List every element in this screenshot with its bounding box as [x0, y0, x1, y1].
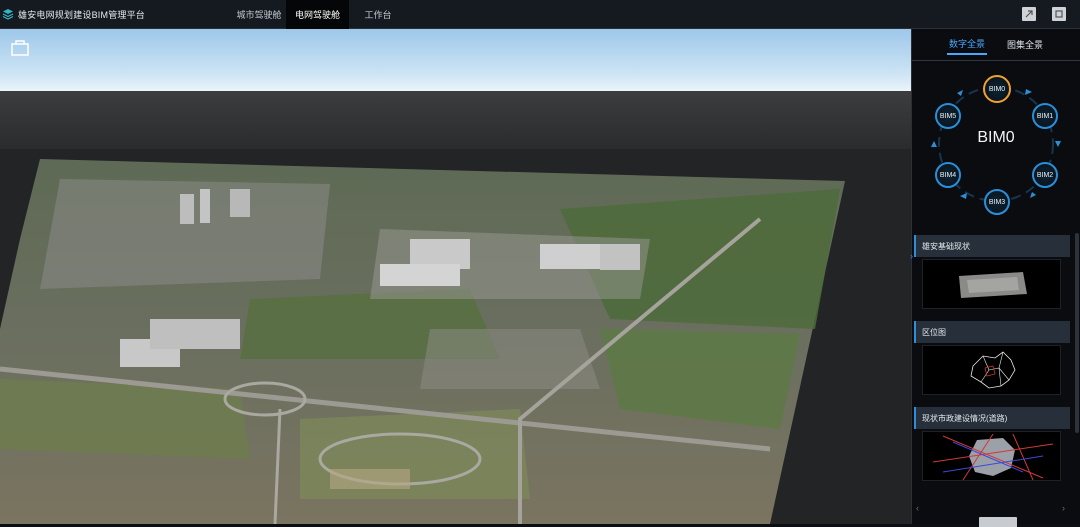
top-bar: 雄安电网规划建设BIM管理平台 城市驾驶舱 电网驾驶舱 工作台	[0, 0, 1080, 29]
tab-atlas-panorama[interactable]: 图集全景	[1005, 35, 1045, 54]
section-title: 现状市政建设情况(道路)	[922, 413, 1008, 423]
fullscreen-icon[interactable]	[1052, 7, 1066, 21]
tab-digital-panorama[interactable]: 数字全景	[946, 34, 987, 55]
bim4-node[interactable]: BIM4	[935, 162, 961, 188]
thumbnail-municipal-roads[interactable]	[922, 431, 1061, 481]
home-view-icon[interactable]	[10, 39, 30, 57]
right-panel: 数字全景 图集全景 BIM0 BIM1 BIM2 BIM3 BIM4 BIM5 …	[910, 29, 1080, 527]
city-terrain-model	[0, 159, 845, 524]
panel-sections: 雄安基础现状 区位图 现状市政建设情况(道路)	[912, 229, 1080, 507]
section-header-municipal-roads[interactable]: 现状市政建设情况(道路)	[914, 407, 1070, 429]
scroll-left-icon[interactable]: ‹	[916, 503, 919, 513]
bim-ring: BIM0 BIM1 BIM2 BIM3 BIM4 BIM5 BIM0	[921, 73, 1071, 215]
3d-map-viewport[interactable]	[0, 29, 911, 524]
section-header-location-map[interactable]: 区位图	[914, 321, 1070, 343]
tab-city-cockpit[interactable]: 城市驾驶舱	[232, 0, 286, 29]
layers-logo-icon	[2, 8, 14, 20]
toolbar-right	[1022, 7, 1066, 21]
export-icon[interactable]	[1022, 7, 1036, 21]
bim2-node[interactable]: BIM2	[1032, 162, 1058, 188]
scrollbar-thumb[interactable]	[1075, 233, 1079, 433]
bim3-node[interactable]: BIM3	[984, 189, 1010, 215]
bim5-node[interactable]: BIM5	[935, 103, 961, 129]
bottom-toggle-button[interactable]	[979, 517, 1017, 527]
bim-center-label: BIM0	[977, 129, 1015, 146]
bim1-node[interactable]: BIM1	[1032, 103, 1058, 129]
section-header-xiongan-status[interactable]: 雄安基础现状	[914, 235, 1070, 257]
app-title: 雄安电网规划建设BIM管理平台	[18, 9, 146, 20]
thumbnail-xiongan-status[interactable]	[922, 259, 1061, 309]
thumbnail-location-map[interactable]	[922, 345, 1061, 395]
scroll-right-icon[interactable]: ›	[1062, 503, 1065, 513]
main-nav: 城市驾驶舱 电网驾驶舱 工作台	[232, 0, 407, 29]
panel-scrollbar[interactable]	[1072, 229, 1080, 519]
panel-tabs: 数字全景 图集全景	[912, 29, 1080, 61]
bim0-node[interactable]: BIM0	[983, 75, 1011, 103]
brand: 雄安电网规划建设BIM管理平台	[0, 0, 232, 29]
section-title: 区位图	[922, 327, 946, 337]
tab-workbench[interactable]: 工作台	[349, 0, 407, 29]
section-title: 雄安基础现状	[922, 241, 970, 251]
tab-grid-cockpit[interactable]: 电网驾驶舱	[286, 0, 349, 29]
